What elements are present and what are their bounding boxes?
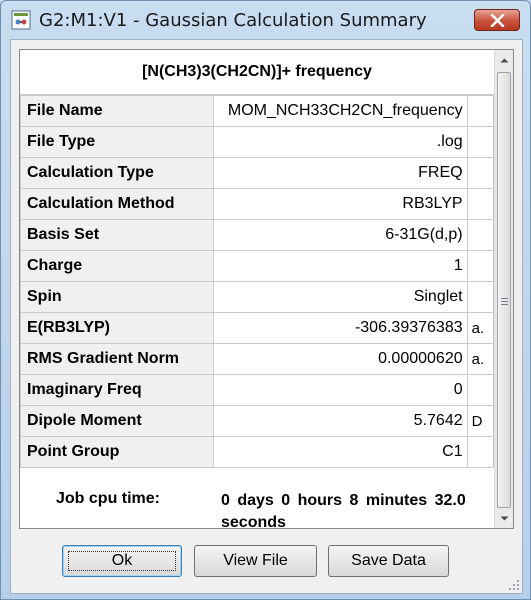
row-value[interactable]: MOM_NCH33CH2CN_frequency: [212, 95, 468, 127]
row-value[interactable]: .log: [212, 126, 468, 158]
summary-table: File Name MOM_NCH33CH2CN_frequency File …: [20, 95, 495, 468]
table-row[interactable]: Imaginary Freq 0: [20, 374, 495, 406]
cpu-time-label: Job cpu time:: [56, 490, 161, 507]
row-unit: [466, 157, 495, 189]
row-unit: [466, 95, 495, 127]
save-data-button[interactable]: Save Data: [328, 545, 449, 577]
summary-sheet[interactable]: [N(CH3)3(CH2CN)]+ frequency File Name MO…: [19, 49, 514, 529]
table-row[interactable]: File Name MOM_NCH33CH2CN_frequency: [20, 95, 495, 127]
table-row[interactable]: Charge 1: [20, 250, 495, 282]
chevron-up-icon: [500, 58, 509, 63]
save-data-button-label: Save Data: [351, 552, 426, 569]
resize-grip-icon[interactable]: [508, 579, 520, 591]
cpu-time: Job cpu time: 0 days 0 hours 8 minutes 3…: [20, 482, 494, 528]
gaussview-app-icon: [11, 10, 31, 30]
table-row[interactable]: Calculation Method RB3LYP: [20, 188, 495, 220]
row-label: Basis Set: [20, 219, 214, 251]
row-label: Calculation Type: [20, 157, 214, 189]
row-value[interactable]: -306.39376383: [212, 312, 468, 344]
row-label: Calculation Method: [20, 188, 214, 220]
row-unit: [466, 281, 495, 313]
scroll-down-button[interactable]: [496, 510, 513, 527]
table-row[interactable]: Basis Set 6-31G(d,p): [20, 219, 495, 251]
table-row[interactable]: Spin Singlet: [20, 281, 495, 313]
row-label: File Type: [20, 126, 214, 158]
row-value[interactable]: 0.00000620: [212, 343, 468, 375]
row-label: Spin: [20, 281, 214, 313]
row-label: Point Group: [20, 436, 214, 468]
table-row[interactable]: File Type .log: [20, 126, 495, 158]
grip-icon: [501, 298, 508, 306]
table-row[interactable]: Dipole Moment 5.7642 D: [20, 405, 495, 437]
view-file-button[interactable]: View File: [194, 545, 317, 577]
row-value[interactable]: Singlet: [212, 281, 468, 313]
row-unit: [466, 219, 495, 251]
chevron-down-icon: [500, 516, 509, 521]
row-label: File Name: [20, 95, 214, 127]
row-unit: [466, 374, 495, 406]
focus-rect: [68, 551, 176, 571]
row-value[interactable]: RB3LYP: [212, 188, 468, 220]
row-value[interactable]: FREQ: [212, 157, 468, 189]
row-unit: [466, 126, 495, 158]
summary-window: G2:M1:V1 - Gaussian Calculation Summary …: [0, 0, 531, 600]
window-title: G2:M1:V1 - Gaussian Calculation Summary: [39, 10, 427, 31]
summary-heading: [N(CH3)3(CH2CN)]+ frequency: [20, 50, 494, 95]
table-row[interactable]: RMS Gradient Norm 0.00000620 a.: [20, 343, 495, 375]
row-value[interactable]: 1: [212, 250, 468, 282]
row-value[interactable]: C1: [212, 436, 468, 468]
close-button[interactable]: [474, 9, 520, 31]
row-label: Charge: [20, 250, 214, 282]
row-label: Dipole Moment: [20, 405, 214, 437]
row-unit: D: [466, 405, 495, 437]
row-unit: [466, 436, 495, 468]
view-file-button-label: View File: [223, 552, 288, 569]
row-label: Imaginary Freq: [20, 374, 214, 406]
table-row[interactable]: Calculation Type FREQ: [20, 157, 495, 189]
cpu-time-value: 0 days 0 hours 8 minutes 32.0 seconds: [221, 492, 466, 528]
close-icon: [490, 14, 505, 27]
table-row[interactable]: Point Group C1: [20, 436, 495, 468]
row-unit: a.: [466, 343, 495, 375]
table-row[interactable]: E(RB3LYP) -306.39376383 a.: [20, 312, 495, 344]
vertical-scrollbar[interactable]: [494, 50, 513, 528]
ok-button[interactable]: Ok: [62, 545, 182, 577]
scroll-up-button[interactable]: [496, 52, 513, 69]
row-value[interactable]: 6-31G(d,p): [212, 219, 468, 251]
row-unit: [466, 250, 495, 282]
row-label: E(RB3LYP): [20, 312, 214, 344]
scrollbar-thumb[interactable]: [497, 72, 511, 508]
row-value[interactable]: 5.7642: [212, 405, 468, 437]
row-unit: [466, 188, 495, 220]
title-bar[interactable]: G2:M1:V1 - Gaussian Calculation Summary: [1, 1, 531, 39]
dialog-body: [N(CH3)3(CH2CN)]+ frequency File Name MO…: [10, 39, 523, 594]
row-unit: a.: [466, 312, 495, 344]
row-value[interactable]: 0: [212, 374, 468, 406]
row-label: RMS Gradient Norm: [20, 343, 214, 375]
